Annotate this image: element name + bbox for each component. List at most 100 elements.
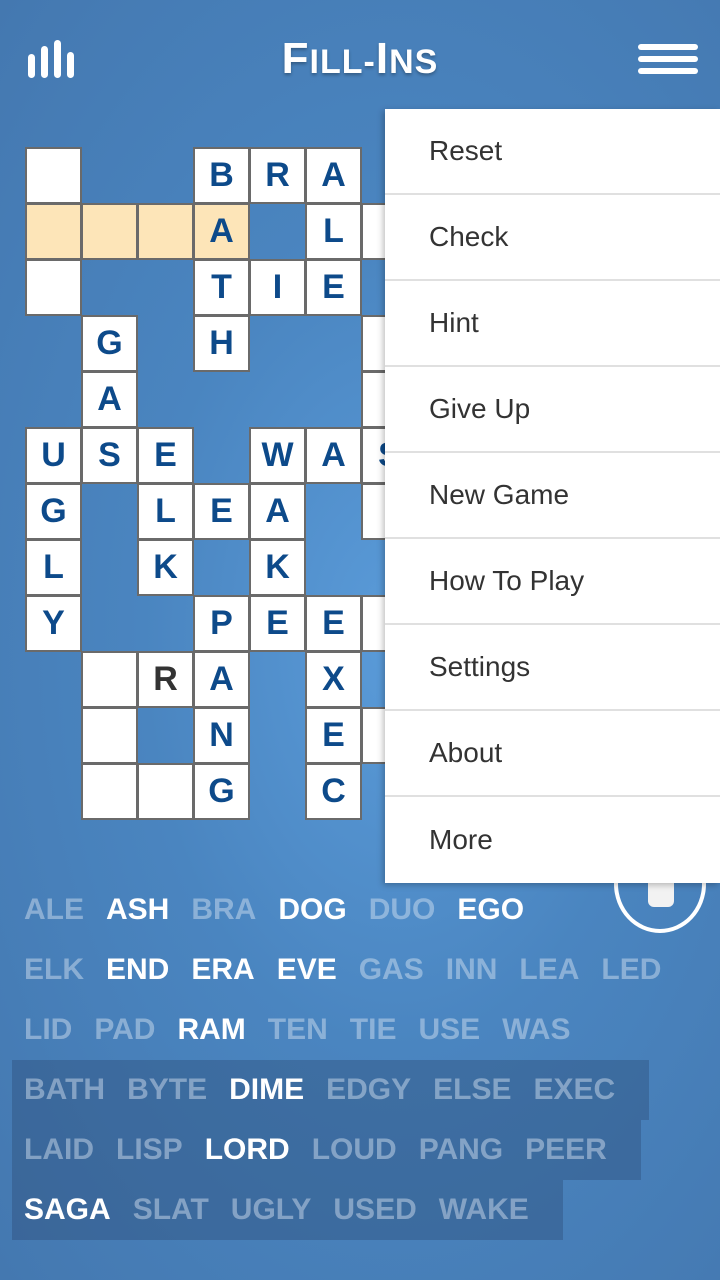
grid-cell[interactable]	[81, 763, 138, 820]
grid-cell[interactable]: A	[193, 651, 250, 708]
grid-cell[interactable]: N	[193, 707, 250, 764]
word-chip[interactable]: DUO	[369, 893, 436, 927]
word-chip[interactable]: GAS	[359, 953, 424, 987]
menu-item-how-to-play[interactable]: How To Play	[385, 539, 720, 625]
hamburger-icon[interactable]	[638, 44, 698, 74]
word-chip[interactable]: LEA	[519, 953, 579, 987]
grid-cell[interactable]: A	[193, 203, 250, 260]
grid-cell[interactable]	[137, 763, 194, 820]
word-chip[interactable]: EXEC	[534, 1073, 616, 1107]
grid-cell[interactable]: E	[137, 427, 194, 484]
grid-cell[interactable]: R	[249, 147, 306, 204]
grid-cell[interactable]: X	[305, 651, 362, 708]
grid-cell[interactable]	[81, 707, 138, 764]
menu-item-new-game[interactable]: New Game	[385, 453, 720, 539]
word-chip[interactable]: SLAT	[133, 1193, 209, 1227]
word-chip[interactable]: PEER	[525, 1133, 607, 1167]
grid-cell[interactable]: L	[137, 483, 194, 540]
grid-cell[interactable]: E	[305, 259, 362, 316]
word-chip[interactable]: LID	[24, 1013, 72, 1047]
grid-cell[interactable]: G	[193, 763, 250, 820]
menu-item-give-up[interactable]: Give Up	[385, 367, 720, 453]
word-chip[interactable]: ELSE	[433, 1073, 511, 1107]
top-bar: FILL-INS	[0, 0, 720, 120]
grid-cell[interactable]	[25, 259, 82, 316]
menu-item-settings[interactable]: Settings	[385, 625, 720, 711]
grid-cell[interactable]: E	[249, 595, 306, 652]
grid-cell[interactable]: A	[305, 147, 362, 204]
word-row: LAID LISP LORD LOUD PANG PEER	[12, 1120, 641, 1180]
word-row: SAGA SLAT UGLY USED WAKE	[12, 1180, 563, 1240]
grid-cell[interactable]: A	[249, 483, 306, 540]
word-chip[interactable]: ERA	[191, 953, 254, 987]
grid-cell[interactable]	[25, 147, 82, 204]
grid-cell[interactable]: A	[81, 371, 138, 428]
grid-cell[interactable]: C	[305, 763, 362, 820]
grid-cell[interactable]: K	[137, 539, 194, 596]
word-chip[interactable]: PAD	[94, 1013, 155, 1047]
trash-icon	[648, 881, 674, 907]
word-chip[interactable]: BRA	[191, 893, 256, 927]
word-chip[interactable]: LISP	[116, 1133, 183, 1167]
grid-cell[interactable]: Y	[25, 595, 82, 652]
word-chip[interactable]: BATH	[24, 1073, 105, 1107]
word-chip[interactable]: LORD	[205, 1133, 290, 1167]
word-chip[interactable]: DIME	[229, 1073, 304, 1107]
word-chip[interactable]: ELK	[24, 953, 84, 987]
menu-item-hint[interactable]: Hint	[385, 281, 720, 367]
grid-cell[interactable]: K	[249, 539, 306, 596]
grid-cell[interactable]: A	[305, 427, 362, 484]
grid-cell[interactable]: U	[25, 427, 82, 484]
word-chip[interactable]: LOUD	[312, 1133, 397, 1167]
grid-cell[interactable]: E	[305, 707, 362, 764]
word-chip[interactable]: TIE	[350, 1013, 397, 1047]
word-chip[interactable]: BYTE	[127, 1073, 207, 1107]
menu-item-check[interactable]: Check	[385, 195, 720, 281]
menu-item-reset[interactable]: Reset	[385, 109, 720, 195]
grid-cell[interactable]: I	[249, 259, 306, 316]
grid-cell[interactable]: L	[25, 539, 82, 596]
word-bank: ALE ASH BRA DOG DUO EGO ELK END ERA EVE GAS INN LEA L…	[12, 880, 695, 1240]
word-chip[interactable]: WAKE	[439, 1193, 529, 1227]
grid-cell[interactable]	[81, 651, 138, 708]
grid-cell[interactable]: S	[81, 427, 138, 484]
word-chip[interactable]: USE	[418, 1013, 480, 1047]
word-chip[interactable]: LED	[601, 953, 661, 987]
word-chip[interactable]: TEN	[268, 1013, 328, 1047]
word-chip[interactable]: INN	[446, 953, 498, 987]
word-row: ELK END ERA EVE GAS INN LEA LED	[12, 940, 695, 1000]
grid-cell[interactable]: H	[193, 315, 250, 372]
word-row: ALE ASH BRA DOG DUO EGO	[12, 880, 558, 940]
grid-cell[interactable]: G	[81, 315, 138, 372]
grid-cell[interactable]	[81, 203, 138, 260]
word-chip[interactable]: ASH	[106, 893, 169, 927]
grid-cell[interactable]	[137, 203, 194, 260]
word-chip[interactable]: EGO	[457, 893, 524, 927]
grid-cell[interactable]: W	[249, 427, 306, 484]
word-chip[interactable]: UGLY	[231, 1193, 312, 1227]
word-chip[interactable]: USED	[333, 1193, 416, 1227]
word-chip[interactable]: EVE	[277, 953, 337, 987]
word-chip[interactable]: WAS	[502, 1013, 570, 1047]
grid-cell[interactable]: E	[305, 595, 362, 652]
word-chip[interactable]: RAM	[177, 1013, 245, 1047]
grid-cell[interactable]: L	[305, 203, 362, 260]
grid-cell[interactable]: T	[193, 259, 250, 316]
grid-cell[interactable]: R	[137, 651, 194, 708]
grid-cell[interactable]: B	[193, 147, 250, 204]
grid-cell[interactable]: P	[193, 595, 250, 652]
word-chip[interactable]: EDGY	[326, 1073, 411, 1107]
grid-cell[interactable]	[25, 203, 82, 260]
menu-item-more[interactable]: More	[385, 797, 720, 883]
menu-item-about[interactable]: About	[385, 711, 720, 797]
grid-cell[interactable]: E	[193, 483, 250, 540]
word-chip[interactable]: PANG	[419, 1133, 503, 1167]
grid-cell[interactable]: G	[25, 483, 82, 540]
word-row: LID PAD RAM TEN TIE USE WAS	[12, 1000, 604, 1060]
word-chip[interactable]: LAID	[24, 1133, 94, 1167]
word-row: BATH BYTE DIME EDGY ELSE EXEC	[12, 1060, 650, 1120]
word-chip[interactable]: ALE	[24, 893, 84, 927]
word-chip[interactable]: SAGA	[24, 1193, 111, 1227]
word-chip[interactable]: DOG	[278, 893, 346, 927]
word-chip[interactable]: END	[106, 953, 169, 987]
